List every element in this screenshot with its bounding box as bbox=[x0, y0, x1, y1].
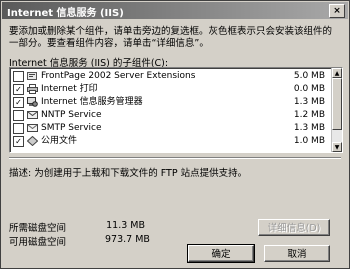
required-space-label: 所需磁盘空间 bbox=[9, 223, 67, 234]
list-item[interactable]: NNTP Service 1.2 MB bbox=[13, 109, 339, 122]
manager-icon bbox=[27, 97, 38, 107]
component-size: 1.0 MB bbox=[293, 136, 325, 146]
component-size: 0.0 MB bbox=[293, 84, 325, 94]
smtp-icon bbox=[27, 124, 38, 132]
list-item[interactable]: SMTP Service 1.3 MB bbox=[13, 122, 339, 135]
common-files-icon bbox=[27, 136, 38, 146]
checkbox[interactable] bbox=[13, 123, 24, 134]
component-size: 1.2 MB bbox=[293, 110, 325, 120]
component-size: 5.0 MB bbox=[293, 71, 325, 81]
scroll-thumb[interactable] bbox=[332, 78, 342, 130]
component-label: FrontPage 2002 Server Extensions bbox=[41, 71, 196, 81]
printer-icon bbox=[27, 84, 38, 94]
component-label: 公用文件 bbox=[41, 136, 78, 146]
component-label: NNTP Service bbox=[41, 110, 102, 120]
extensions-icon bbox=[27, 72, 37, 80]
required-space-value: 11.3 MB bbox=[106, 220, 145, 231]
close-button[interactable]: × bbox=[329, 4, 345, 18]
checkbox[interactable] bbox=[13, 71, 24, 82]
components-list[interactable]: FrontPage 2002 Server Extensions 5.0 MB … bbox=[9, 67, 343, 153]
available-space-label: 可用磁盘空间 bbox=[9, 237, 67, 248]
checkbox[interactable]: ✓ bbox=[13, 84, 24, 95]
window-title: Internet 信息服务 (IIS) bbox=[7, 8, 124, 19]
details-button[interactable]: 详细信息(D) bbox=[258, 219, 330, 236]
cancel-button[interactable]: 取消 bbox=[264, 245, 330, 262]
list-item[interactable]: FrontPage 2002 Server Extensions 5.0 MB bbox=[13, 70, 339, 83]
component-size: 1.3 MB bbox=[293, 97, 325, 107]
component-description: 描述: 为创建用于上载和下载文件的 FTP 站点提供支持。 bbox=[9, 168, 248, 179]
instructions-text: 要添加或删除某个组件，请单击旁边的复选框。灰色框表示只会安装该组件的一部分。要查… bbox=[9, 26, 333, 49]
vertical-scrollbar[interactable]: ▲ ▼ bbox=[331, 68, 342, 152]
component-label: SMTP Service bbox=[41, 123, 102, 133]
title-bar[interactable]: Internet 信息服务 (IIS) × bbox=[2, 2, 348, 19]
list-item[interactable]: ✓ Internet 打印 0.0 MB bbox=[13, 83, 339, 96]
nntp-icon bbox=[27, 111, 38, 119]
checkbox[interactable] bbox=[13, 110, 24, 121]
checkbox[interactable]: ✓ bbox=[13, 136, 24, 147]
separator bbox=[9, 157, 341, 159]
iis-components-dialog: Internet 信息服务 (IIS) × 要添加或删除某个组件，请单击旁边的复… bbox=[0, 0, 350, 269]
component-label: Internet 打印 bbox=[41, 84, 98, 94]
component-size: 1.3 MB bbox=[293, 123, 325, 133]
scroll-down-icon[interactable]: ▼ bbox=[332, 142, 342, 152]
scroll-up-icon[interactable]: ▲ bbox=[332, 68, 342, 78]
list-item[interactable]: ✓ Internet 信息服务管理器 1.3 MB bbox=[13, 96, 339, 109]
list-item[interactable]: ✓ 公用文件 1.0 MB bbox=[13, 135, 339, 148]
ok-button[interactable]: 确定 bbox=[187, 244, 255, 263]
checkbox[interactable]: ✓ bbox=[13, 97, 24, 108]
available-space-value: 973.7 MB bbox=[105, 234, 150, 245]
component-label: Internet 信息服务管理器 bbox=[41, 97, 143, 107]
